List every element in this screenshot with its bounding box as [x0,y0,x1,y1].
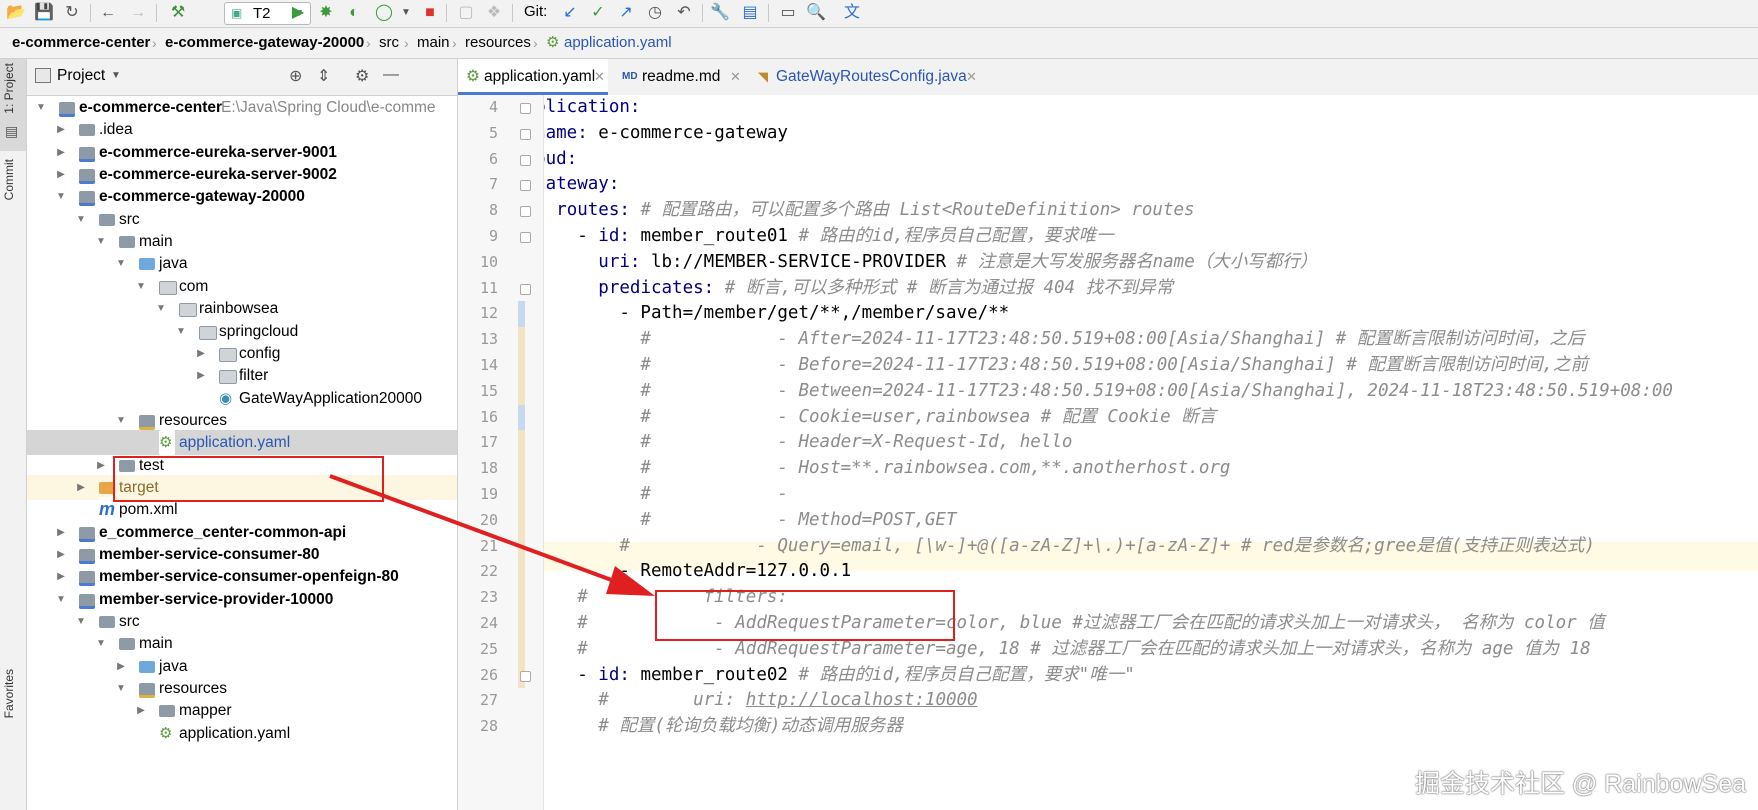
annotation-arrow [329,474,655,596]
watermark: 掘金技术社区 @ RainbowSea [1414,770,1746,798]
